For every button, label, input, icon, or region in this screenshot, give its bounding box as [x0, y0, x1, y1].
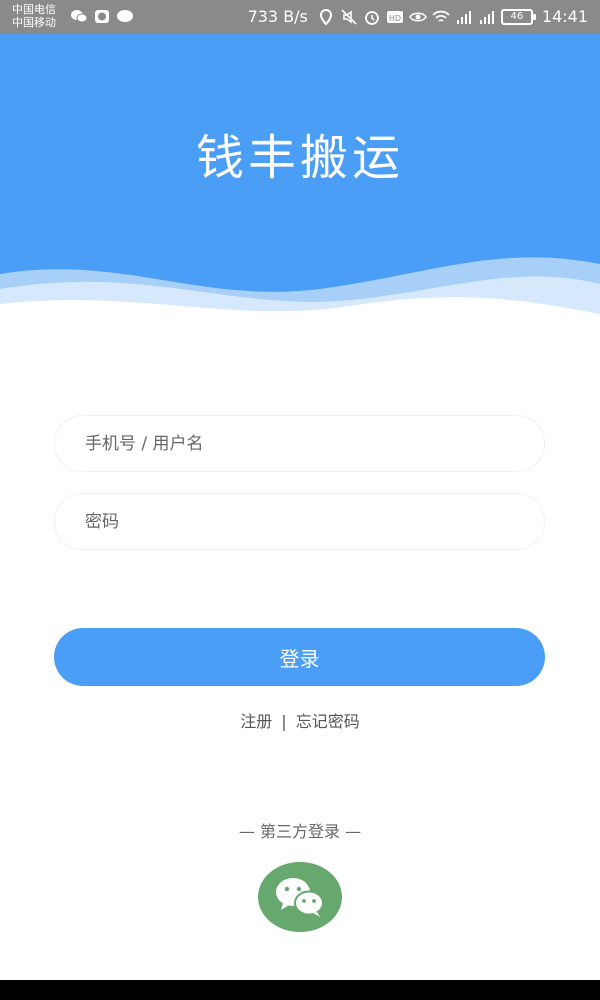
location-icon: [319, 8, 332, 25]
network-speed: 733 B/s: [247, 7, 308, 26]
clock: 14:41: [541, 7, 588, 26]
battery-icon: 46: [500, 8, 536, 25]
signal-4g-icon: [479, 10, 494, 24]
svg-text:HD: HD: [389, 14, 401, 23]
link-separator: |: [281, 712, 287, 731]
carrier-2: 中国移动: [12, 16, 56, 29]
signal-2g-icon: [456, 10, 471, 24]
header-banner: 钱丰搬运: [0, 34, 600, 324]
app-notify-icon: [95, 10, 109, 23]
system-nav-bar: [0, 980, 600, 1000]
message-notify-icon: [117, 10, 133, 22]
login-button[interactable]: 登录: [54, 628, 545, 686]
wave-decoration: [0, 257, 600, 324]
third-party-login-label: — 第三方登录 —: [238, 822, 362, 841]
register-link[interactable]: 注册: [240, 708, 272, 732]
carrier-1: 中国电信: [12, 3, 56, 16]
wechat-icon: [276, 878, 324, 917]
wechat-notify-icon: [71, 10, 88, 23]
username-input[interactable]: [54, 415, 545, 472]
status-bar: 中国电信 中国移动 733 B/s HD 46 14:41: [0, 0, 600, 34]
alarm-icon: [364, 10, 379, 25]
hd-icon: HD: [386, 10, 403, 23]
app-title: 钱丰搬运: [195, 130, 404, 186]
carrier-info: 中国电信 中国移动: [12, 3, 56, 29]
account-links: 注册 | 忘记密码: [0, 708, 600, 732]
wechat-login-button[interactable]: [258, 862, 342, 932]
password-input[interactable]: [54, 493, 545, 550]
mute-icon: [341, 8, 357, 25]
eye-icon: [408, 11, 427, 22]
wifi-icon: [432, 10, 450, 22]
forgot-password-link[interactable]: 忘记密码: [296, 708, 360, 732]
